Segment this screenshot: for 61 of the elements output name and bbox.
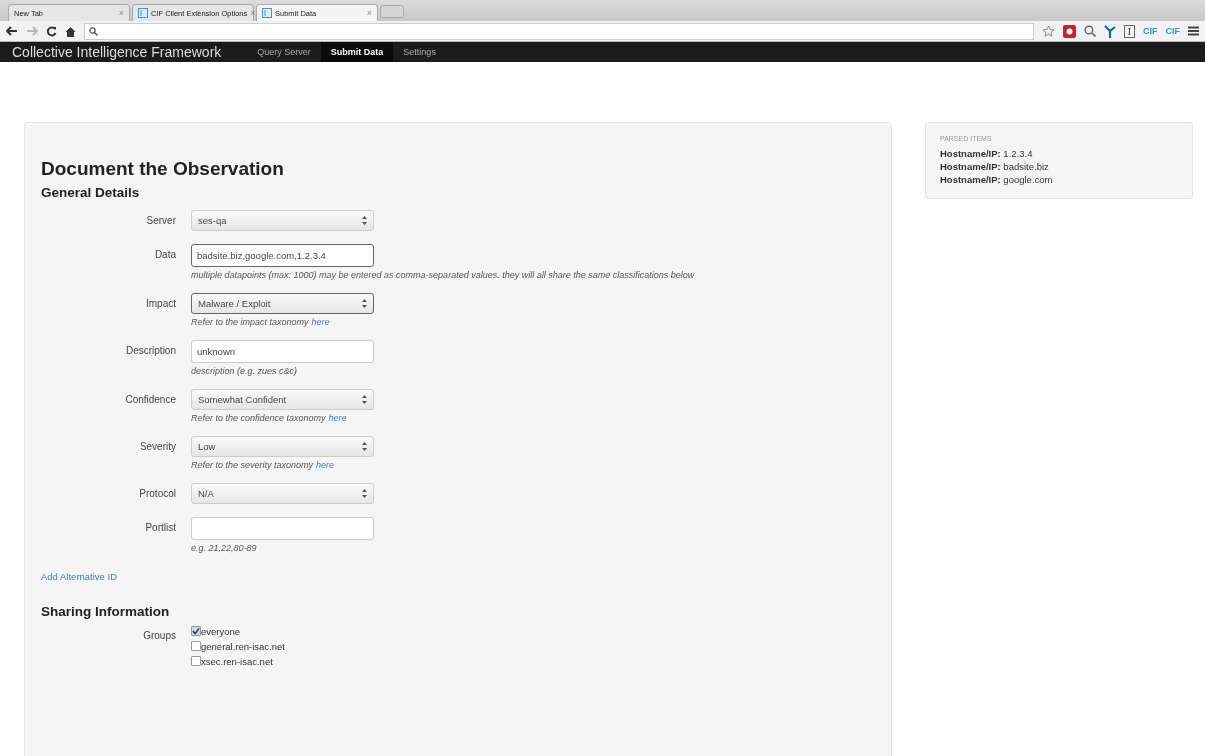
menu-icon[interactable]: [1188, 26, 1199, 36]
field-label: Server: [145, 214, 177, 226]
home-icon[interactable]: [65, 25, 76, 37]
checkbox[interactable]: [191, 641, 201, 651]
extension-button[interactable]: I: [1123, 24, 1135, 38]
select-field[interactable]: Low: [191, 436, 374, 457]
taxonomy-link[interactable]: here: [316, 460, 335, 470]
search-icon[interactable]: [1083, 25, 1096, 37]
text-area[interactable]: badsite.biz,google.com,1.2.3.4: [191, 244, 374, 267]
help-text: description (e.g. zues c&c): [191, 366, 299, 376]
help-text: Refer to the confidence taxonomy here: [191, 413, 348, 423]
field-label: Data: [153, 248, 177, 260]
field-label: Protocol: [138, 487, 177, 499]
brand-title[interactable]: Collective Intelligence Framework: [12, 42, 222, 62]
extension-icon[interactable]: [1062, 24, 1076, 38]
select-field[interactable]: ses-qa: [191, 210, 374, 231]
select-field[interactable]: N/A: [191, 483, 374, 504]
document-icon: [262, 8, 272, 18]
checkbox-label: general.ren-isac.net: [201, 640, 285, 652]
checkbox-label: xsec.ren-isac.net: [201, 655, 273, 667]
field-label: Severity: [138, 440, 177, 452]
taxonomy-link[interactable]: here: [311, 317, 330, 327]
input-field[interactable]: [191, 517, 374, 540]
nav-link[interactable]: Settings: [393, 42, 446, 62]
reload-icon[interactable]: [46, 25, 57, 37]
fork-icon[interactable]: [1103, 24, 1116, 38]
help-text: Refer to the severity taxonomy here: [191, 460, 336, 470]
select-field[interactable]: Malware / Exploit: [191, 293, 374, 314]
taxonomy-link[interactable]: here: [328, 413, 347, 423]
select-field[interactable]: Somewhat Confident: [191, 389, 374, 410]
checkbox[interactable]: [191, 626, 201, 636]
document-icon: [138, 8, 148, 18]
nav-link[interactable]: Query Server: [247, 42, 321, 62]
nav-link[interactable]: Submit Data: [320, 42, 394, 62]
help-text: Refer to the impact taxonomy here: [191, 317, 331, 327]
field-label: Description: [124, 344, 177, 356]
page-heading: Document the Observation: [41, 158, 285, 180]
spinner-icon: [362, 442, 367, 451]
spinner-icon: [362, 489, 367, 498]
star-icon[interactable]: [1041, 24, 1055, 38]
parsed-item: Hostname/IP: badsite.biz: [940, 160, 1050, 173]
field-label: Groups: [142, 629, 177, 641]
field-label: Impact: [145, 297, 177, 309]
section-heading: Sharing Information: [41, 604, 171, 619]
spinner-icon: [362, 216, 367, 225]
spinner-icon: [362, 299, 367, 308]
add-alternative-id-link[interactable]: Add Alternative ID: [41, 571, 118, 582]
close-icon[interactable]: ×: [366, 8, 372, 18]
text-area[interactable]: unknown: [191, 340, 374, 363]
help-text: e.g. 21,22,80-89: [191, 543, 258, 553]
search-icon: [89, 26, 98, 36]
parsed-item: Hostname/IP: google.com: [940, 173, 1054, 186]
field-label: Confidence: [124, 393, 177, 405]
parsed-item: Hostname/IP: 1.2.3.4: [940, 147, 1034, 160]
checkbox[interactable]: [191, 656, 201, 666]
checkbox-label: everyone: [201, 625, 241, 637]
back-arrow-icon[interactable]: [6, 26, 18, 36]
field-label: Portlist: [144, 521, 177, 533]
section-heading: General Details: [41, 185, 141, 200]
help-text: multiple datapoints (max: 1000) may be entered as comma-separated values. they will all share the same classifications below: [191, 270, 695, 280]
spinner-icon: [362, 395, 367, 404]
